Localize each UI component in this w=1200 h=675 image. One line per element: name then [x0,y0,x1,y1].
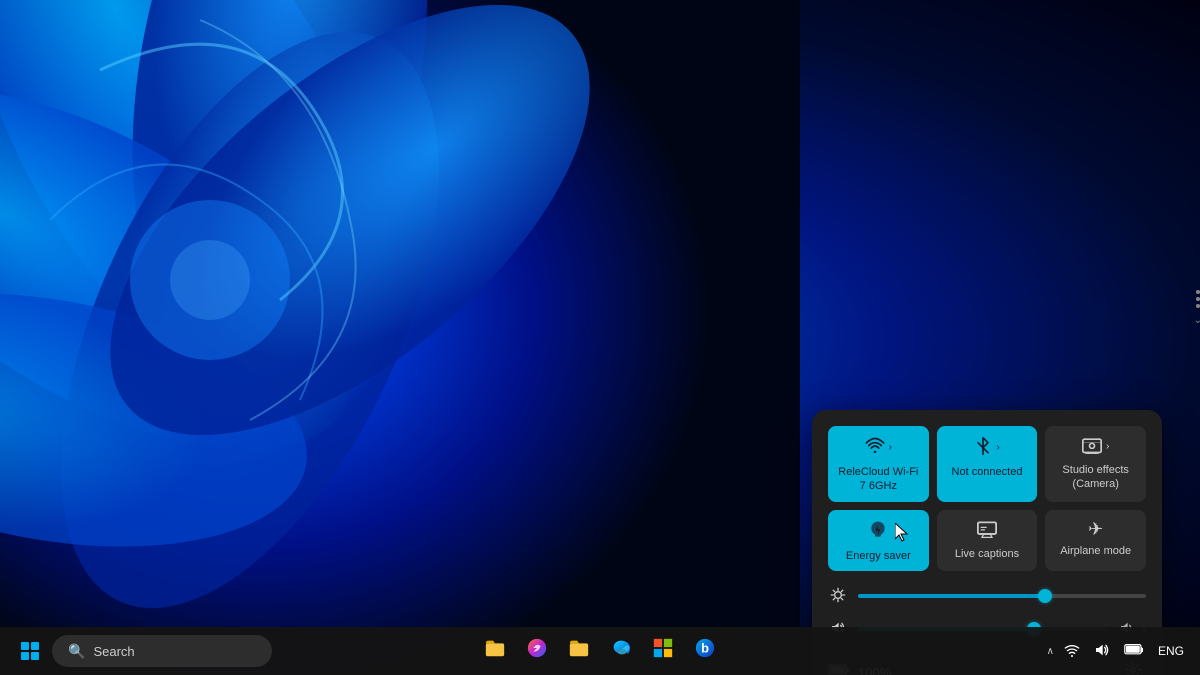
studio-effects-icon [1082,436,1102,457]
wifi-label: ReleCloud Wi-Fi 7 6GHz [836,465,921,494]
tray-volume-icon[interactable] [1090,638,1114,665]
search-icon: 🔍 [68,643,85,660]
taskbar: 🔍 Search [0,627,1200,675]
edge-button[interactable] [601,631,641,671]
bing-copilot-icon: b [694,637,716,665]
tray-battery-icon[interactable] [1120,639,1148,664]
win-logo-pane-bl [21,652,29,660]
live-captions-icon [977,520,997,541]
microsoft-store-icon [652,637,674,665]
tray-wifi-icon[interactable] [1060,639,1084,664]
search-bar[interactable]: 🔍 Search [52,635,272,667]
brightness-fill [858,594,1045,598]
wallpaper [0,0,800,675]
windows-logo [21,642,39,660]
studio-effects-toggle-button[interactable]: › Studio effects (Camera) [1045,426,1146,502]
bing-copilot-button[interactable]: b [685,631,725,671]
edge-like-button[interactable] [517,631,557,671]
bluetooth-label: Not connected [945,465,1030,479]
designer-icon [526,637,548,665]
svg-text:b: b [701,641,709,656]
brightness-icon [828,587,848,606]
brightness-slider[interactable] [858,594,1146,598]
file-explorer-2-icon [568,637,590,665]
brightness-thumb[interactable] [1038,589,1052,603]
file-explorer-icon [484,637,506,665]
quick-settings-side-menu: ⌄ [1194,290,1200,326]
live-captions-toggle-button[interactable]: Live captions [937,510,1038,571]
wifi-toggle-button[interactable]: › ReleCloud Wi-Fi 7 6GHz [828,426,929,502]
side-dot-1 [1196,290,1200,294]
airplane-icon: ✈ [1088,520,1103,538]
airplane-mode-label: Airplane mode [1053,544,1138,558]
side-dot-3 [1196,304,1200,308]
energy-saver-icon [868,520,888,543]
energy-saver-toggle-button[interactable]: Energy saver [828,510,929,571]
win-logo-pane-tl [21,642,29,650]
desktop: › ReleCloud Wi-Fi 7 6GHz [0,0,1200,675]
bluetooth-chevron: › [996,442,999,453]
tray-language-icon[interactable]: ENG [1154,640,1188,662]
wifi-icon [865,436,885,459]
file-explorer-button[interactable] [475,631,515,671]
taskbar-center-icons: b [475,631,725,671]
windows-start-button[interactable] [12,633,48,669]
search-label: Search [93,644,134,659]
edge-icon [610,637,632,665]
studio-effects-label: Studio effects (Camera) [1053,463,1138,492]
bluetooth-toggle-button[interactable]: › Not connected [937,426,1038,502]
file-explorer-2-button[interactable] [559,631,599,671]
side-chevron-down[interactable]: ⌄ [1194,315,1200,326]
wifi-chevron: › [889,442,892,453]
quick-settings-grid: › ReleCloud Wi-Fi 7 6GHz [828,426,1146,571]
win-logo-pane-br [31,652,39,660]
brightness-slider-row [828,587,1146,606]
microsoft-store-button[interactable] [643,631,683,671]
taskbar-right: ∧ [1047,638,1188,665]
win-logo-pane-tr [31,642,39,650]
studio-effects-chevron: › [1106,441,1109,452]
airplane-mode-toggle-button[interactable]: ✈ Airplane mode [1045,510,1146,571]
taskbar-left: 🔍 Search [12,633,272,669]
energy-saver-label: Energy saver [836,549,921,563]
live-captions-label: Live captions [945,547,1030,561]
show-hidden-icons-button[interactable]: ∧ [1047,646,1054,657]
side-dot-2 [1196,297,1200,301]
bluetooth-icon [974,436,992,459]
